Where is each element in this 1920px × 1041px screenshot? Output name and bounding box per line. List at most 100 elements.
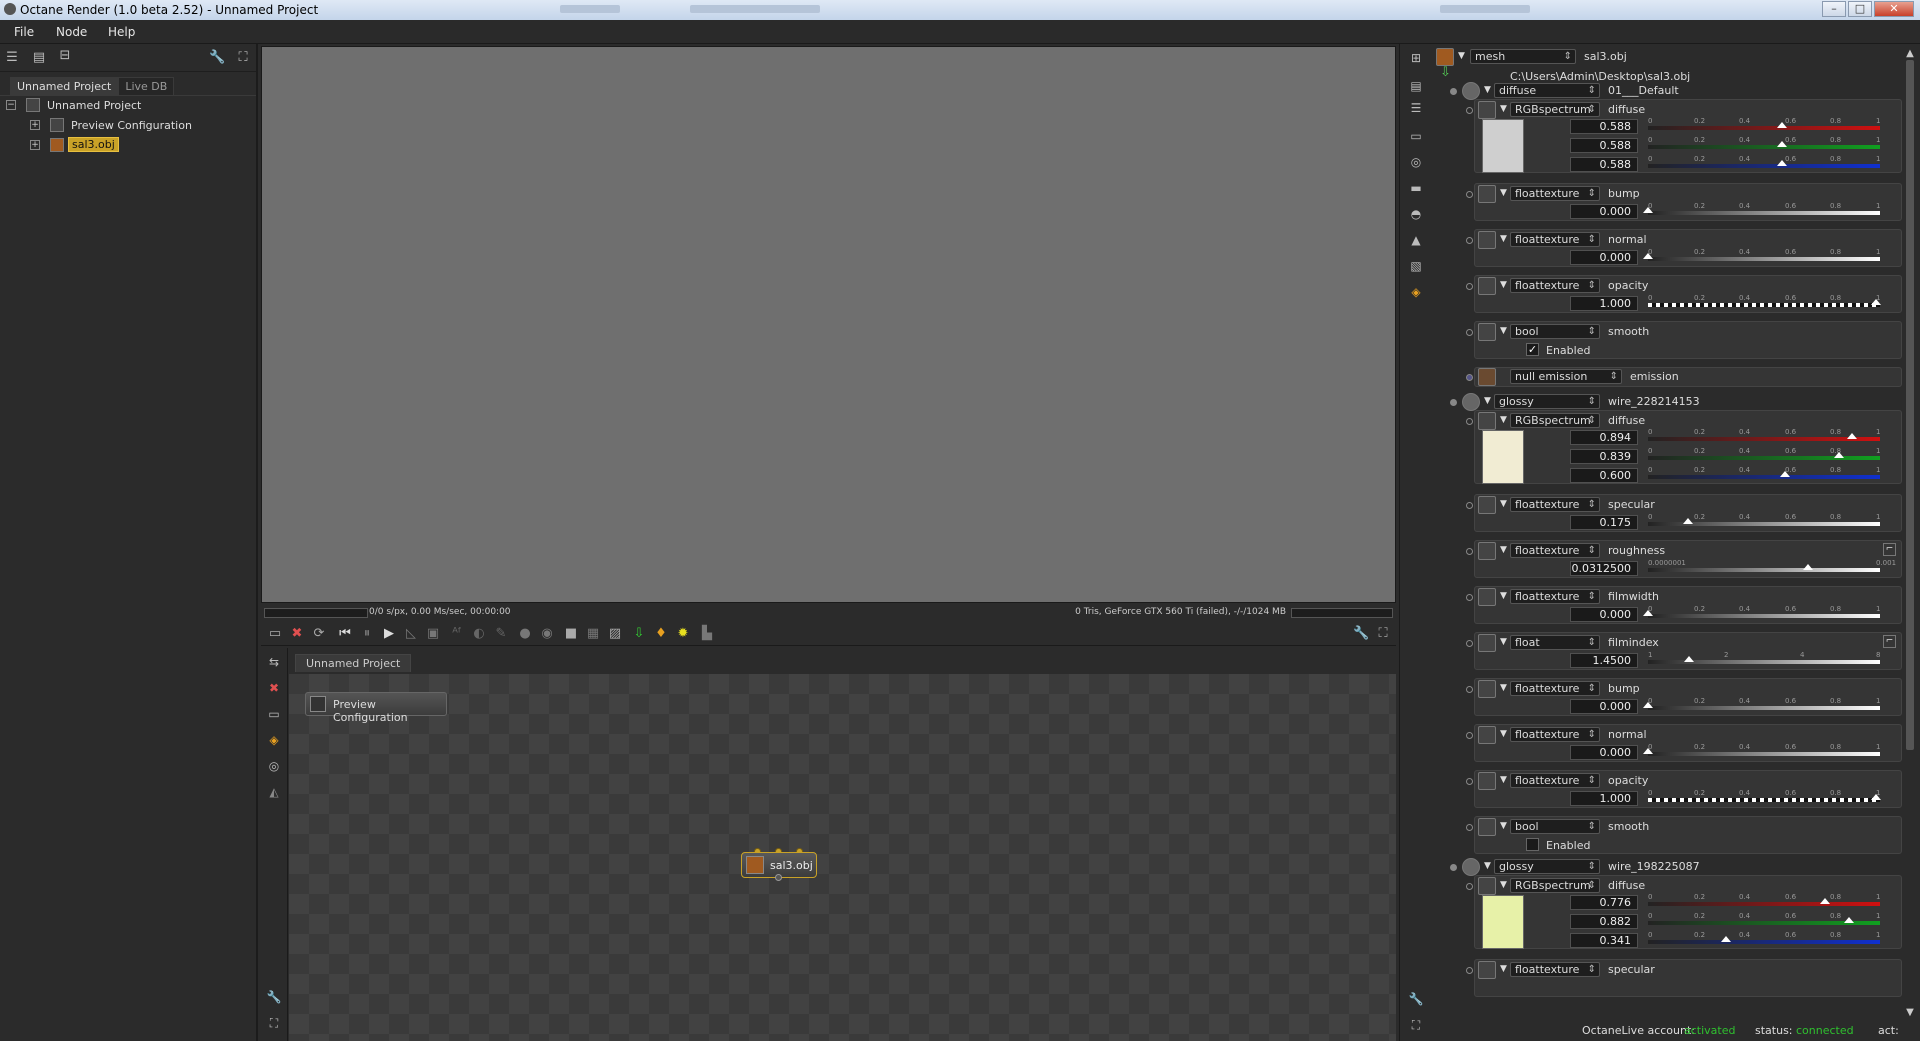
wrench-icon[interactable]: 🔧: [209, 50, 225, 66]
param-type-dropdown[interactable]: floattexture: [1510, 962, 1600, 977]
slider-handle[interactable]: [1777, 141, 1787, 147]
pin-dot[interactable]: [1466, 374, 1473, 381]
tree-row-mesh[interactable]: + sal3.obj: [0, 136, 256, 156]
outliner-tree-icon[interactable]: ⊟: [57, 48, 73, 64]
render-viewport[interactable]: [261, 46, 1396, 603]
curve-icon[interactable]: ⌐: [1883, 543, 1896, 556]
film-icon[interactable]: ▬: [1408, 180, 1424, 196]
lock-icon[interactable]: ▙: [699, 626, 715, 642]
rgb-value-field[interactable]: 0.600: [1570, 468, 1638, 483]
param-value-field[interactable]: 1.000: [1570, 791, 1638, 806]
param-type-dropdown[interactable]: float: [1510, 635, 1600, 650]
collapse-icon[interactable]: ▼: [1500, 729, 1507, 739]
collapse-icon[interactable]: ▼: [1500, 775, 1507, 785]
slider-handle[interactable]: [1721, 936, 1731, 942]
rgb-slider[interactable]: 0 0.2 0.4 0.6 0.8 1: [1648, 447, 1880, 461]
slider-handle[interactable]: [1643, 207, 1653, 213]
slider-handle[interactable]: [1643, 748, 1653, 754]
material-node-icon[interactable]: ◈: [266, 732, 282, 748]
param-value-field[interactable]: 0.0312500: [1570, 561, 1638, 576]
value-slider[interactable]: 0 0.2 0.4 0.6 0.8 1: [1648, 513, 1880, 527]
collapse-icon[interactable]: ▼: [1500, 499, 1507, 509]
pin-dot[interactable]: [1450, 864, 1457, 871]
slider-handle[interactable]: [1684, 656, 1694, 662]
param-type-dropdown[interactable]: RGBspectrum: [1510, 878, 1600, 893]
collapse-icon[interactable]: ▼: [1500, 326, 1507, 336]
material-type-dropdown[interactable]: diffuse: [1494, 83, 1600, 98]
pin-dot[interactable]: [1466, 778, 1473, 785]
delete-node-icon[interactable]: ✖: [266, 680, 282, 696]
material-type-dropdown[interactable]: glossy: [1494, 394, 1600, 409]
restart-render-icon[interactable]: ⟳: [311, 626, 327, 642]
param-type-dropdown[interactable]: bool: [1510, 819, 1600, 834]
slider-handle[interactable]: [1820, 898, 1830, 904]
inspector-scrollbar[interactable]: ▲ ▼: [1904, 48, 1916, 1018]
param-type-dropdown[interactable]: floattexture: [1510, 186, 1600, 201]
rgb-slider[interactable]: 0 0.2 0.4 0.6 0.8 1: [1648, 893, 1880, 907]
save-image-icon[interactable]: ▭: [267, 626, 283, 642]
collapse-icon[interactable]: ▼: [1500, 821, 1507, 831]
slider-handle[interactable]: [1871, 299, 1881, 305]
value-slider[interactable]: 0 0.2 0.4 0.6 0.8 1: [1643, 743, 1880, 757]
save-graph-icon[interactable]: ▭: [266, 706, 282, 722]
rgb-value-field[interactable]: 0.588: [1570, 119, 1638, 134]
pause-icon[interactable]: ⏸: [359, 626, 375, 642]
value-slider[interactable]: 0 0.2 0.4 0.6 0.8 1: [1643, 248, 1880, 262]
smooth-checkbox[interactable]: ✓: [1526, 343, 1539, 356]
sphere-icon[interactable]: ●: [517, 626, 533, 642]
param-value-field[interactable]: 1.000: [1570, 296, 1638, 311]
param-value-field[interactable]: 1.4500: [1570, 653, 1638, 668]
param-value-field[interactable]: 0.000: [1570, 745, 1638, 760]
slider-handle[interactable]: [1777, 160, 1787, 166]
list-icon[interactable]: ☰: [1408, 100, 1424, 116]
pin-dot[interactable]: [1466, 329, 1473, 336]
pin-dot[interactable]: [1466, 283, 1473, 290]
pin-dot[interactable]: [1466, 967, 1473, 974]
sphere-alt-icon[interactable]: ◉: [539, 626, 555, 642]
image-icon[interactable]: ▭: [1408, 128, 1424, 144]
param-value-field[interactable]: 0.000: [1570, 607, 1638, 622]
slider-handle[interactable]: [1803, 564, 1813, 570]
stop-render-icon[interactable]: ✖: [289, 626, 305, 642]
rewind-icon[interactable]: ⏮: [337, 626, 353, 642]
param-type-dropdown[interactable]: floattexture: [1510, 543, 1600, 558]
output-pin[interactable]: [775, 874, 782, 881]
fullscreen-icon[interactable]: ⛶: [1375, 626, 1391, 642]
tab-node-graph[interactable]: Unnamed Project: [295, 654, 412, 672]
color-swatch[interactable]: [1482, 430, 1524, 484]
collapse-icon[interactable]: ▼: [1500, 280, 1507, 290]
rgb-value-field[interactable]: 0.588: [1570, 157, 1638, 172]
tree-row-project[interactable]: − Unnamed Project: [0, 96, 256, 116]
slider-handle[interactable]: [1683, 518, 1693, 524]
scroll-down-icon[interactable]: ▼: [1904, 1007, 1916, 1018]
pin-dot[interactable]: [1466, 824, 1473, 831]
camera-icon[interactable]: ◎: [1408, 154, 1424, 170]
rgb-slider[interactable]: 0 0.2 0.4 0.6 0.8 1: [1648, 117, 1880, 131]
collapse-icon[interactable]: ▼: [1500, 188, 1507, 198]
pin-dot[interactable]: [1466, 107, 1473, 114]
environment-icon[interactable]: ◓: [1408, 206, 1424, 222]
param-type-dropdown[interactable]: floattexture: [1510, 497, 1600, 512]
param-value-field[interactable]: 0.175: [1570, 515, 1638, 530]
pin-dot[interactable]: [1466, 686, 1473, 693]
collapse-icon[interactable]: ▼: [1458, 51, 1465, 61]
graph-icon[interactable]: ⇆: [266, 654, 282, 670]
pin-dot[interactable]: [1466, 640, 1473, 647]
param-type-dropdown[interactable]: floattexture: [1510, 278, 1600, 293]
slider-handle[interactable]: [1643, 253, 1653, 259]
rgb-value-field[interactable]: 0.776: [1570, 895, 1638, 910]
frame-icon[interactable]: ■: [563, 626, 579, 642]
pin-dot[interactable]: [1466, 191, 1473, 198]
collapse-icon[interactable]: ▼: [1484, 861, 1491, 871]
param-type-dropdown[interactable]: floattexture: [1510, 681, 1600, 696]
pin-dot[interactable]: [1466, 594, 1473, 601]
file-icon[interactable]: ⇩: [1440, 65, 1451, 80]
value-slider[interactable]: 0 0.2 0.4 0.6 0.8 1: [1648, 294, 1881, 308]
pin-dot[interactable]: [1466, 418, 1473, 425]
rgb-value-field[interactable]: 0.341: [1570, 933, 1638, 948]
collapse-icon[interactable]: ▼: [1484, 396, 1491, 406]
value-slider[interactable]: 1 2 4 8: [1648, 651, 1880, 665]
region-icon[interactable]: ◺: [403, 626, 419, 642]
collapse-icon[interactable]: ▼: [1500, 545, 1507, 555]
color-swatch[interactable]: [1482, 895, 1524, 949]
